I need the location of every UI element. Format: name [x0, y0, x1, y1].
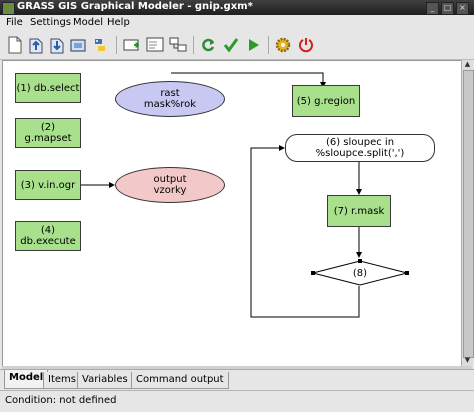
add-data-icon[interactable] [146, 36, 164, 54]
toolbar-separator [193, 36, 194, 54]
status-text: Condition: not defined [5, 395, 117, 406]
export-image-icon[interactable] [69, 36, 87, 54]
model-canvas[interactable]: (1) db.select (2) g.mapset (3) v.in.ogr … [2, 60, 462, 368]
scrollbar-thumb[interactable] [463, 70, 474, 358]
close-icon[interactable]: × [456, 2, 469, 15]
modeler-window: GRASS GIS Graphical Modeler - gnip.gxm* … [0, 0, 474, 412]
add-action-icon[interactable] [122, 36, 140, 54]
action-db-select[interactable]: (1) db.select [15, 73, 81, 103]
menu-model[interactable]: Model [73, 17, 103, 28]
condition-label: (8) [352, 267, 368, 279]
tab-model[interactable]: Model [4, 370, 49, 389]
action-r-mask[interactable]: (7) r.mask [327, 195, 391, 227]
quit-icon[interactable] [297, 36, 315, 54]
data-raster-label-2: mask%rok [143, 99, 197, 110]
menu-file[interactable]: File [6, 17, 23, 28]
data-raster-mask[interactable]: rast mask%rok [115, 81, 225, 117]
action-v-in-ogr[interactable]: (3) v.in.ogr [15, 170, 81, 200]
toolbar-separator [268, 36, 269, 54]
title-bar: GRASS GIS Graphical Modeler - gnip.gxm* … [0, 0, 474, 15]
loop-back-line [250, 145, 360, 318]
connection-lines [81, 72, 362, 318]
tab-command-output[interactable]: Command output [131, 372, 229, 389]
save-icon[interactable] [48, 36, 66, 54]
settings-icon[interactable] [274, 36, 292, 54]
add-loop-icon[interactable] [169, 36, 187, 54]
validate-icon[interactable] [199, 36, 217, 54]
vertical-scrollbar[interactable]: ▲ ▼ [461, 60, 474, 366]
toolbar [0, 31, 474, 60]
scroll-up-icon[interactable]: ▲ [463, 60, 472, 69]
toolbar-separator [116, 36, 117, 54]
check-icon[interactable] [222, 36, 240, 54]
run-icon[interactable] [244, 36, 262, 54]
status-bar: Condition: not defined [0, 390, 474, 411]
loop-node[interactable]: (6) sloupec in %sloupce.split(',') [285, 134, 435, 162]
menu-help[interactable]: Help [107, 17, 130, 28]
export-python-icon[interactable] [91, 36, 109, 54]
tab-items[interactable]: Items [43, 372, 81, 389]
app-icon [2, 2, 15, 15]
scroll-down-icon[interactable]: ▼ [463, 356, 472, 365]
action-g-mapset[interactable]: (2) g.mapset [15, 118, 81, 148]
tab-variables[interactable]: Variables [77, 372, 133, 389]
open-icon[interactable] [27, 36, 45, 54]
action-db-execute[interactable]: (4) db.execute [15, 221, 81, 251]
menu-bar: File Settings Model Help [0, 15, 474, 31]
data-raster-label-1: rast [160, 88, 180, 99]
minimize-icon[interactable]: _ [426, 2, 439, 15]
maximize-icon[interactable]: □ [441, 2, 454, 15]
new-icon[interactable] [6, 36, 24, 54]
menu-settings[interactable]: Settings [30, 17, 71, 28]
action-g-region[interactable]: (5) g.region [292, 85, 360, 117]
tab-bar: Model Items Variables Command output [0, 369, 474, 390]
data-vector-label-1: output [153, 174, 187, 185]
data-vector-output[interactable]: output vzorky [115, 167, 225, 203]
data-vector-label-2: vzorky [153, 185, 187, 196]
window-title: GRASS GIS Graphical Modeler - gnip.gxm* [17, 1, 253, 12]
